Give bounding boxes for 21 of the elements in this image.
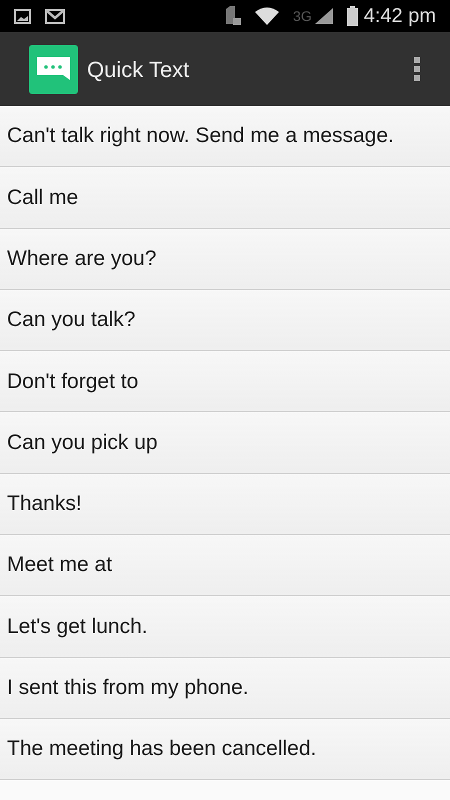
quick-text-item[interactable]: Where are you?: [0, 228, 450, 290]
signal-icon: [314, 8, 333, 24]
quick-text-item[interactable]: Don't forget to: [0, 351, 450, 412]
quick-text-item[interactable]: The meeting has been cancelled.: [0, 718, 450, 780]
battery-icon: [346, 6, 358, 26]
quick-text-item[interactable]: I sent this from my phone.: [0, 658, 450, 719]
quick-text-item[interactable]: Can you pick up: [0, 412, 450, 474]
quick-text-item[interactable]: Meet me at: [0, 535, 450, 596]
quick-text-item[interactable]: Can't talk right now. Send me a message.: [0, 106, 450, 168]
picture-icon: [14, 8, 31, 24]
wifi-icon: [255, 7, 280, 25]
quick-text-item[interactable]: Can you talk?: [0, 290, 450, 352]
app-logo-icon: [29, 44, 78, 94]
overflow-menu-button[interactable]: [412, 55, 422, 83]
quick-text-item[interactable]: Thanks!: [0, 474, 450, 536]
quick-text-item[interactable]: Let's get lunch.: [0, 596, 450, 658]
quick-text-item[interactable]: Call me: [0, 167, 450, 229]
clock: 4:42 pm: [364, 4, 436, 29]
mail-icon: [45, 8, 65, 24]
app-title: Quick Text: [87, 56, 190, 84]
network-type: 3G: [293, 6, 312, 26]
